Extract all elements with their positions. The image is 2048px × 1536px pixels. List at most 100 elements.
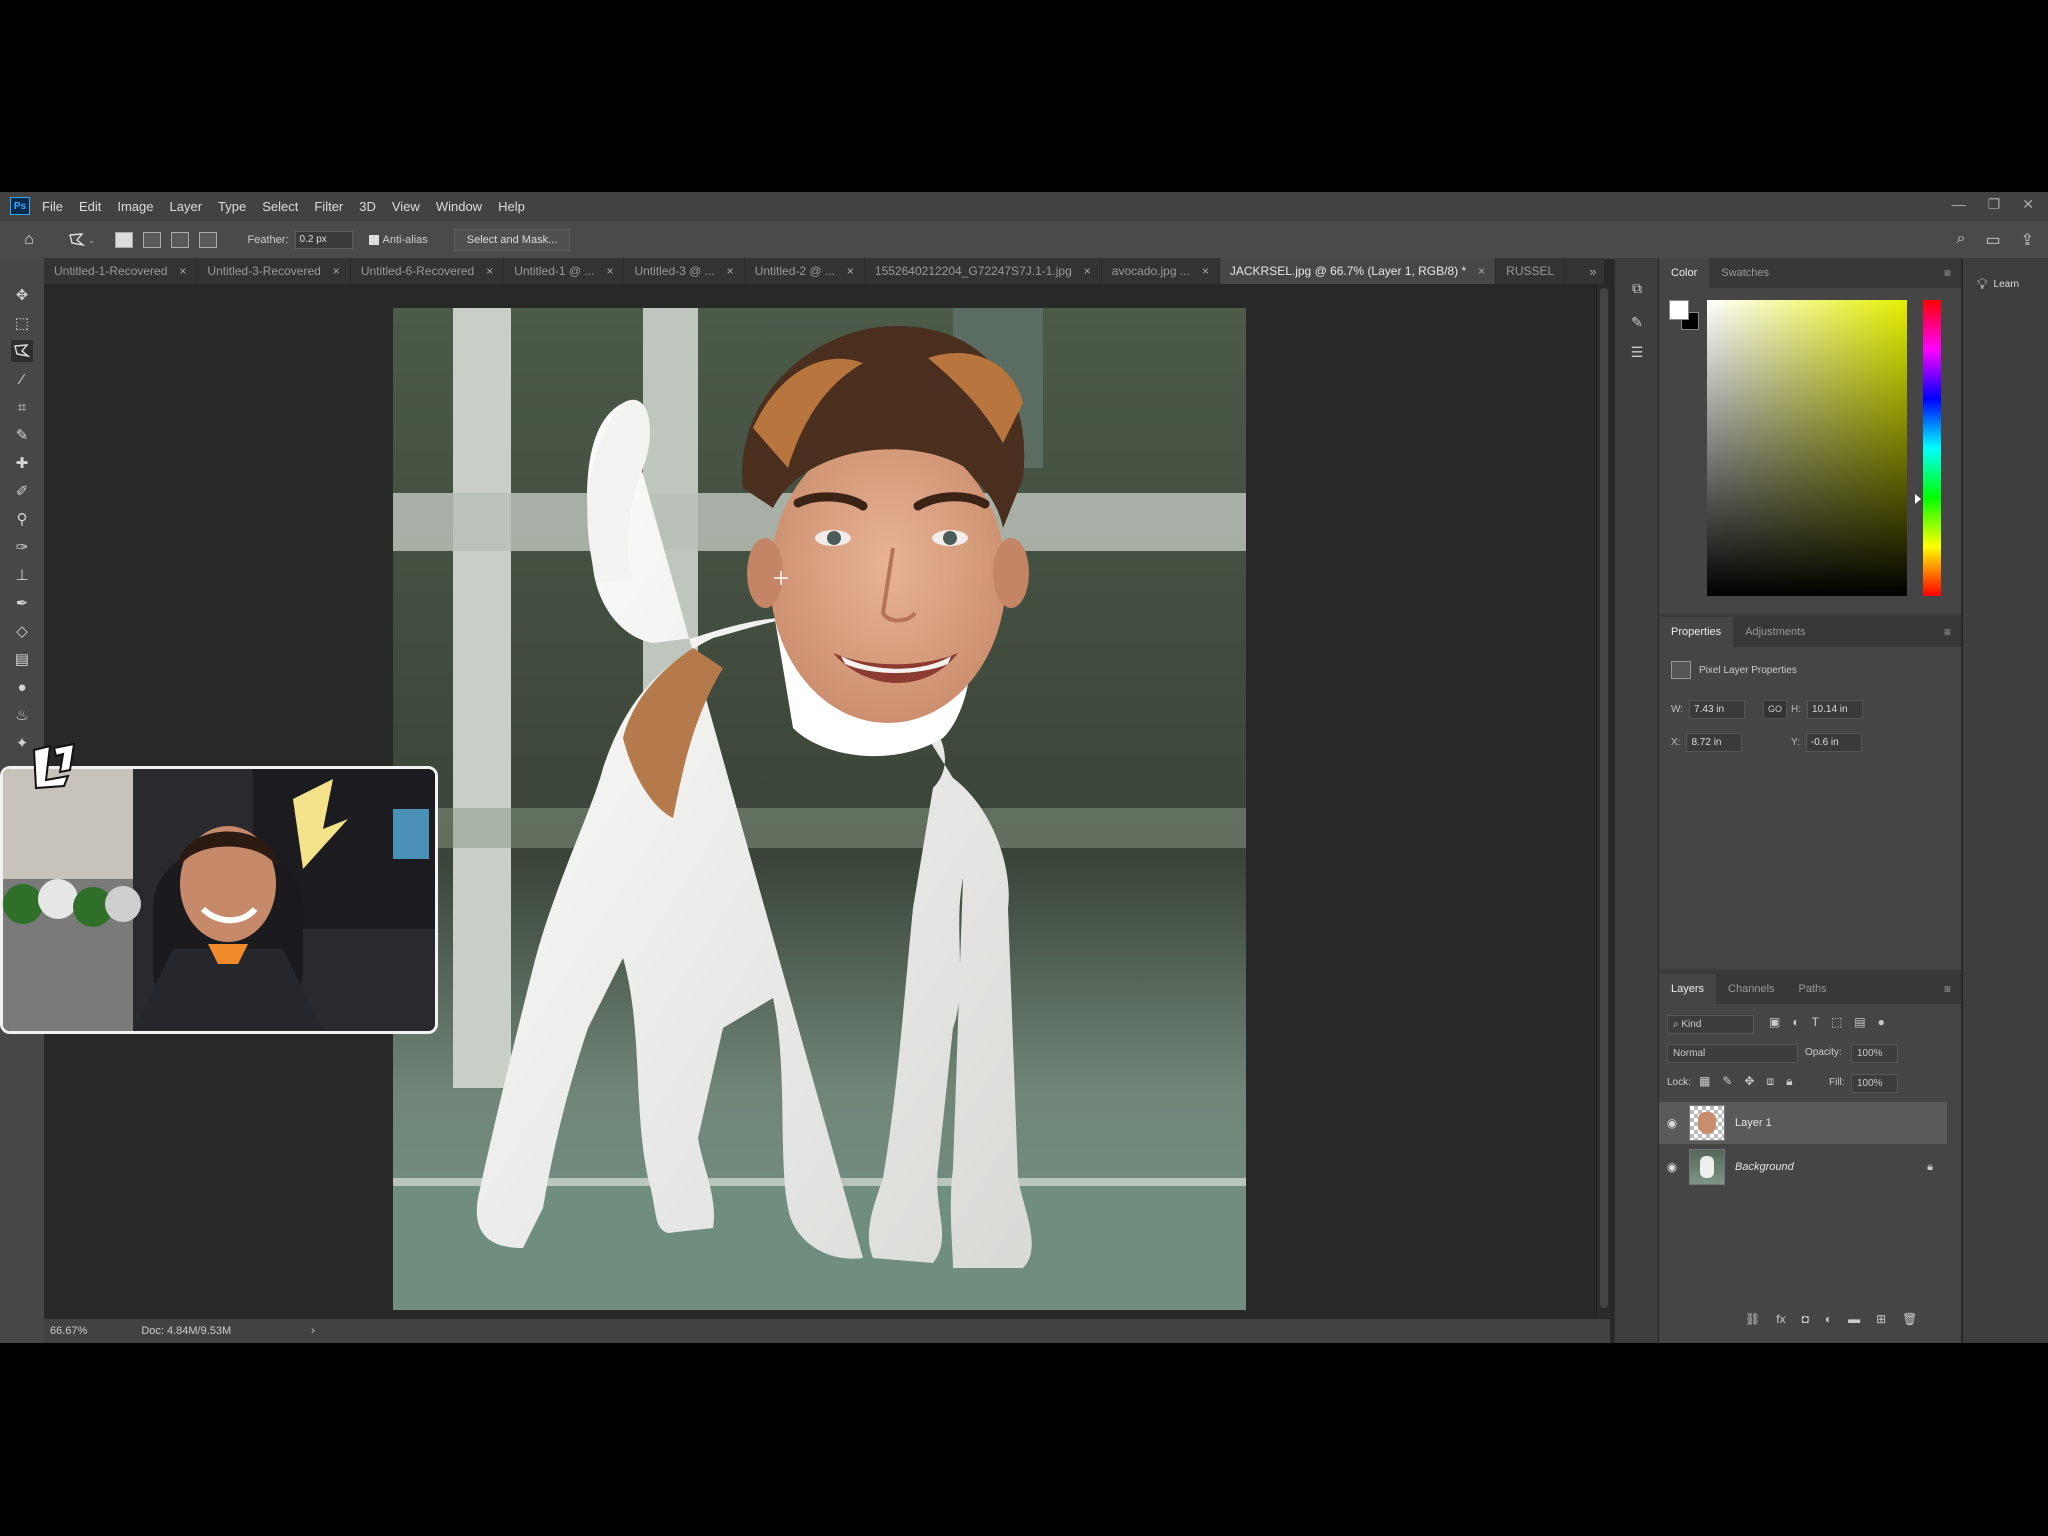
- layer-row-background[interactable]: ◉ Background 🔒︎: [1659, 1146, 1947, 1188]
- tabs-overflow-icon[interactable]: »: [1582, 258, 1604, 284]
- tab-untitled-3[interactable]: Untitled-3 @ ... ×: [624, 258, 745, 284]
- tab-layers[interactable]: Layers: [1659, 974, 1717, 1004]
- color-field[interactable]: [1707, 300, 1907, 596]
- width-input[interactable]: 7.43 in: [1689, 700, 1746, 719]
- brush-settings-icon[interactable]: ✎: [1627, 312, 1647, 332]
- tab-untitled-6-recovered[interactable]: Untitled-6-Recovered ×: [351, 258, 505, 284]
- tab-channels[interactable]: Channels: [1716, 974, 1786, 1004]
- lock-all-icon[interactable]: 🔒︎: [1786, 1074, 1792, 1089]
- x-input[interactable]: 8.72 in: [1686, 733, 1743, 752]
- panel-menu-icon[interactable]: ≡: [1944, 625, 1951, 639]
- tab-russel[interactable]: RUSSEL: [1496, 258, 1566, 284]
- panel-menu-icon[interactable]: ≡: [1944, 266, 1951, 280]
- close-icon[interactable]: ×: [847, 264, 854, 278]
- filter-toggle-icon[interactable]: ●: [1878, 1015, 1885, 1029]
- move-tool-icon[interactable]: ✥: [11, 284, 33, 306]
- crop-tool-icon[interactable]: ⌗: [11, 396, 33, 418]
- layer-name[interactable]: Background: [1735, 1161, 1794, 1173]
- minimize-button[interactable]: —: [1952, 196, 1966, 213]
- panel-menu-icon[interactable]: ≡: [1944, 982, 1951, 996]
- status-arrow-icon[interactable]: ›: [311, 1325, 315, 1337]
- menu-type[interactable]: Type: [218, 199, 246, 214]
- learn-button[interactable]: 💡︎ Learn: [1977, 276, 2019, 293]
- intersect-selection-button[interactable]: [198, 232, 217, 248]
- new-adjustment-icon[interactable]: ◐: [1825, 1312, 1832, 1326]
- lock-transparent-icon[interactable]: ▦: [1699, 1074, 1710, 1089]
- tab-avocado-jpg[interactable]: avocado.jpg ... ×: [1102, 258, 1220, 284]
- height-input[interactable]: 10.14 in: [1807, 700, 1863, 719]
- menu-layer[interactable]: Layer: [170, 199, 203, 214]
- y-input[interactable]: -0.6 in: [1805, 733, 1862, 752]
- subtract-from-selection-button[interactable]: [170, 232, 189, 248]
- menu-file[interactable]: File: [42, 199, 63, 214]
- tab-swatches[interactable]: Swatches: [1709, 258, 1781, 288]
- pixel-filter-icon[interactable]: ▣: [1769, 1015, 1780, 1029]
- close-icon[interactable]: ×: [486, 264, 493, 278]
- blend-mode-select[interactable]: Normal: [1667, 1044, 1798, 1063]
- menu-3d[interactable]: 3D: [359, 199, 376, 214]
- layer-name[interactable]: Layer 1: [1735, 1117, 1772, 1129]
- anti-alias-checkbox[interactable]: [368, 235, 379, 245]
- hue-marker[interactable]: [1915, 494, 1921, 504]
- blur-tool-icon[interactable]: ●: [11, 676, 33, 698]
- tab-properties[interactable]: Properties: [1659, 617, 1734, 647]
- gradient-tool-icon[interactable]: ▤: [11, 648, 33, 670]
- link-icon[interactable]: GO: [1763, 700, 1787, 719]
- history-icon[interactable]: ⧉: [1627, 278, 1647, 298]
- lock-pixels-icon[interactable]: ✎: [1722, 1074, 1732, 1089]
- tab-untitled-2[interactable]: Untitled-2 @ ... ×: [745, 258, 865, 284]
- tab-untitled-3-recovered[interactable]: Untitled-3-Recovered ×: [197, 258, 351, 284]
- menu-window[interactable]: Window: [436, 199, 482, 214]
- tab-untitled-1-recovered[interactable]: Untitled-1-Recovered ×: [44, 258, 198, 284]
- scrollbar-thumb[interactable]: [1600, 288, 1608, 1308]
- marquee-tool-icon[interactable]: ⬚: [11, 312, 33, 334]
- clone-stamp-icon[interactable]: ⚲: [11, 508, 33, 530]
- home-icon[interactable]: ⌂: [18, 229, 40, 251]
- tab-paths[interactable]: Paths: [1787, 974, 1839, 1004]
- art-history-brush-icon[interactable]: ✒: [11, 592, 33, 614]
- chevron-down-icon[interactable]: ⌄: [88, 235, 96, 246]
- history-brush-icon[interactable]: ✑: [11, 536, 33, 558]
- adjust-sliders-icon[interactable]: ☰: [1627, 342, 1647, 362]
- stamp-icon[interactable]: ⊥: [11, 564, 33, 586]
- opacity-input[interactable]: 100%: [1851, 1044, 1898, 1063]
- dodge-tool-icon[interactable]: ♨: [11, 704, 33, 726]
- fill-input[interactable]: 100%: [1851, 1074, 1898, 1093]
- add-mask-icon[interactable]: ◘: [1802, 1312, 1809, 1326]
- menu-select[interactable]: Select: [262, 199, 298, 214]
- link-layers-icon[interactable]: ⛓: [1745, 1312, 1760, 1326]
- close-button[interactable]: ✕: [2022, 196, 2034, 213]
- share-icon[interactable]: ⇪: [2021, 230, 2034, 250]
- brush-tool-icon[interactable]: ✐: [11, 480, 33, 502]
- zoom-level[interactable]: 66.67%: [50, 1325, 87, 1337]
- new-layer-icon[interactable]: ⊞: [1876, 1312, 1886, 1326]
- tab-untitled-1[interactable]: Untitled-1 @ ... ×: [504, 258, 625, 284]
- restore-button[interactable]: ❐: [1988, 196, 2001, 213]
- tab-jackrsel-jpg[interactable]: JACKRSEL.jpg @ 66.7% (Layer 1, RGB/8) * ×: [1219, 258, 1497, 284]
- close-icon[interactable]: ×: [1084, 264, 1091, 278]
- fx-icon[interactable]: fx: [1776, 1312, 1785, 1326]
- tab-adjustments[interactable]: Adjustments: [1733, 617, 1818, 647]
- tab-color[interactable]: Color: [1659, 258, 1710, 288]
- menu-image[interactable]: Image: [117, 199, 153, 214]
- eye-icon[interactable]: ◉: [1659, 1160, 1685, 1174]
- close-icon[interactable]: ×: [179, 264, 186, 278]
- trash-icon[interactable]: 🗑︎: [1902, 1312, 1917, 1326]
- add-to-selection-button[interactable]: [142, 232, 161, 248]
- eyedropper-icon[interactable]: ✎: [11, 424, 33, 446]
- menu-filter[interactable]: Filter: [314, 199, 343, 214]
- workspace-icon[interactable]: ▭: [1985, 230, 2000, 250]
- search-icon[interactable]: ⌕: [1957, 230, 1966, 250]
- close-icon[interactable]: ×: [606, 264, 613, 278]
- eraser-icon[interactable]: ◇: [11, 620, 33, 642]
- feather-input[interactable]: 0.2 px: [294, 231, 353, 249]
- layer-row-layer-1[interactable]: ◉ Layer 1: [1659, 1102, 1947, 1144]
- new-selection-button[interactable]: [114, 232, 133, 248]
- close-icon[interactable]: ×: [1478, 264, 1485, 278]
- hue-slider[interactable]: [1923, 300, 1941, 596]
- smart-object-filter-icon[interactable]: ▤: [1854, 1015, 1865, 1029]
- lasso-tool-icon[interactable]: [11, 340, 33, 362]
- close-icon[interactable]: ×: [1202, 264, 1209, 278]
- close-icon[interactable]: ×: [727, 264, 734, 278]
- lock-artboard-icon[interactable]: ⧈: [1766, 1074, 1774, 1089]
